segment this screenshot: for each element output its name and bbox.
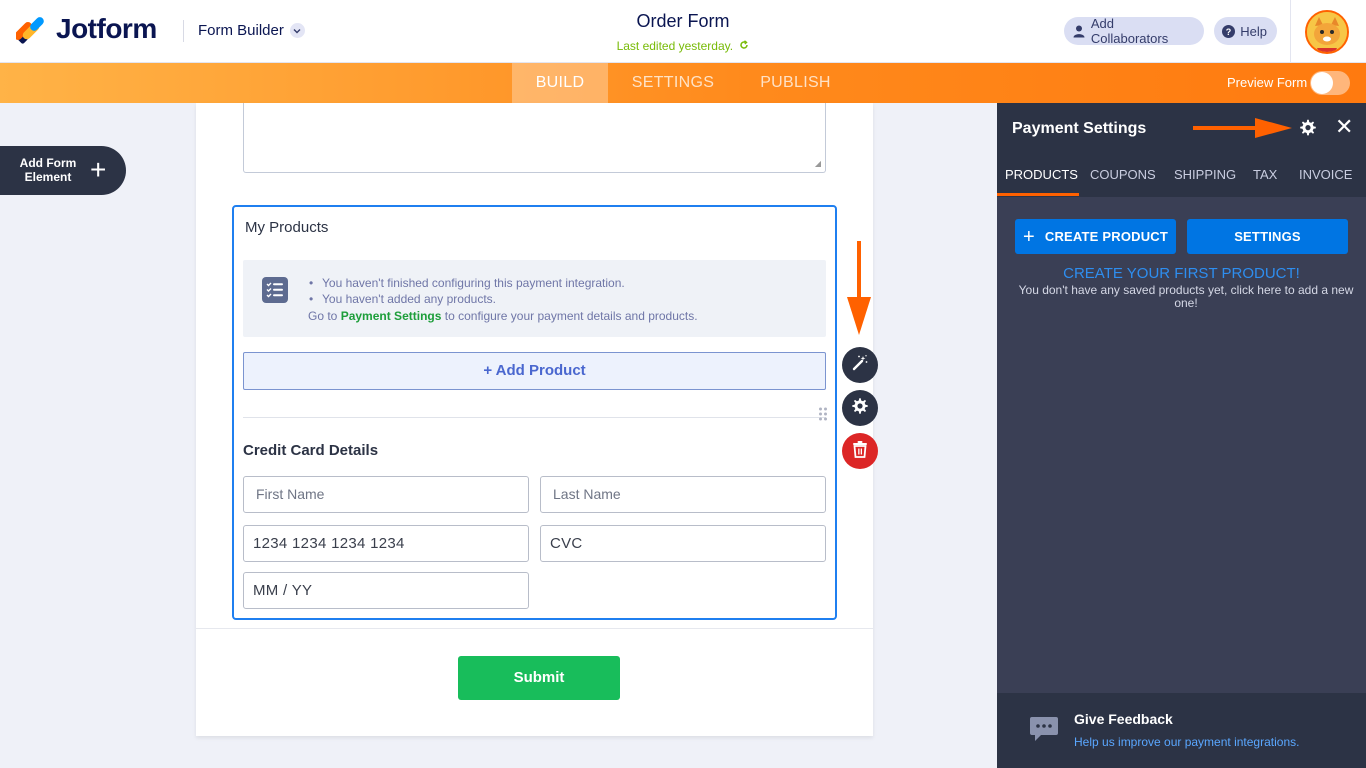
refresh-icon bbox=[739, 39, 749, 53]
panel-title: Payment Settings bbox=[1012, 120, 1147, 137]
drag-handle-icon[interactable] bbox=[818, 407, 828, 421]
tab-products[interactable]: PRODUCTS bbox=[1005, 152, 1078, 197]
hint-prefix: Go to bbox=[308, 309, 338, 323]
panel-header: Payment Settings ✕ bbox=[997, 103, 1366, 152]
payment-info-box: You haven't finished configuring this pa… bbox=[243, 260, 826, 337]
warning-item: You haven't added any products. bbox=[308, 291, 625, 307]
svg-text:?: ? bbox=[1226, 27, 1232, 37]
settings-label: SETTINGS bbox=[1234, 229, 1301, 244]
expiry-field[interactable]: MM / YY bbox=[243, 572, 529, 609]
tab-invoice[interactable]: INVOICE bbox=[1299, 152, 1352, 197]
avatar-container bbox=[1290, 0, 1366, 63]
first-name-field[interactable]: First Name bbox=[243, 476, 529, 513]
tab-tax[interactable]: TAX bbox=[1253, 152, 1277, 197]
checklist-icon bbox=[262, 277, 288, 303]
header-divider bbox=[183, 20, 184, 42]
create-product-label: CREATE PRODUCT bbox=[1044, 229, 1169, 244]
preview-form-label: Preview Form bbox=[1227, 75, 1308, 90]
plus-icon: + bbox=[90, 154, 107, 185]
credit-card-title: Credit Card Details bbox=[243, 442, 379, 459]
payment-settings-panel: Payment Settings ✕ PRODUCTS COUPONS SHIP… bbox=[997, 103, 1366, 768]
brand-logo[interactable]: Jotform bbox=[14, 13, 157, 45]
chat-bubble-icon bbox=[1029, 715, 1059, 741]
delete-field-button[interactable] bbox=[842, 433, 878, 469]
warning-item: You haven't finished configuring this pa… bbox=[308, 275, 625, 291]
plus-icon: + bbox=[1022, 225, 1035, 248]
jotform-logo-icon bbox=[14, 13, 46, 45]
tab-settings[interactable]: SETTINGS bbox=[622, 63, 724, 103]
last-name-field[interactable]: Last Name bbox=[540, 476, 826, 513]
gear-icon[interactable] bbox=[1299, 119, 1317, 137]
cvc-field[interactable]: CVC bbox=[540, 525, 826, 562]
form-builder-dropdown[interactable]: Form Builder bbox=[198, 22, 305, 39]
add-product-button[interactable]: + Add Product bbox=[243, 352, 826, 390]
form-canvas: ◢ My Products You haven't finished confi… bbox=[196, 103, 873, 736]
tab-publish[interactable]: PUBLISH bbox=[748, 63, 843, 103]
resize-grip-icon[interactable]: ◢ bbox=[815, 159, 821, 168]
feedback-title: Give Feedback bbox=[1074, 711, 1173, 727]
arrow-icon bbox=[1193, 118, 1293, 143]
close-icon[interactable]: ✕ bbox=[1335, 116, 1353, 138]
help-button[interactable]: ? Help bbox=[1214, 17, 1277, 45]
add-form-element-label: Add Form Element bbox=[19, 156, 77, 184]
arrow-icon bbox=[846, 241, 872, 342]
no-products-message[interactable]: You don't have any saved products yet, c… bbox=[1015, 284, 1357, 310]
magic-wand-button[interactable] bbox=[842, 347, 878, 383]
add-form-element-button[interactable]: Add Form Element + bbox=[0, 146, 126, 195]
payment-settings-hint: Go to Payment Settings to configure your… bbox=[308, 309, 698, 323]
active-tab-indicator bbox=[997, 193, 1079, 196]
section-divider bbox=[243, 417, 826, 418]
form-builder-label: Form Builder bbox=[198, 22, 284, 39]
payment-settings-link[interactable]: Payment Settings bbox=[341, 309, 442, 323]
preview-form-toggle[interactable] bbox=[1310, 71, 1350, 95]
canvas-divider bbox=[196, 628, 873, 629]
brand-name: Jotform bbox=[56, 13, 157, 44]
help-icon: ? bbox=[1222, 24, 1236, 38]
user-icon bbox=[1072, 24, 1086, 38]
chevron-down-icon bbox=[289, 23, 305, 38]
top-bar: Jotform Form Builder Order Form Last edi… bbox=[0, 0, 1366, 63]
feedback-section: Give Feedback Help us improve our paymen… bbox=[997, 693, 1366, 768]
create-product-button[interactable]: + CREATE PRODUCT bbox=[1015, 219, 1176, 254]
magic-wand-icon bbox=[851, 354, 869, 377]
avatar[interactable] bbox=[1305, 10, 1349, 54]
card-number-field[interactable]: 1234 1234 1234 1234 bbox=[243, 525, 529, 562]
tab-coupons[interactable]: COUPONS bbox=[1090, 152, 1156, 197]
help-label: Help bbox=[1240, 23, 1267, 39]
trash-icon bbox=[852, 440, 868, 463]
add-collaborators-button[interactable]: Add Collaborators bbox=[1064, 16, 1204, 46]
create-first-product-link[interactable]: CREATE YOUR FIRST PRODUCT! bbox=[997, 265, 1366, 282]
tab-build[interactable]: BUILD bbox=[512, 63, 608, 103]
payment-settings-button[interactable]: SETTINGS bbox=[1187, 219, 1348, 254]
field-settings-button[interactable] bbox=[842, 390, 878, 426]
hint-suffix: to configure your payment details and pr… bbox=[444, 309, 698, 323]
my-products-field[interactable]: My Products You haven't finished configu… bbox=[232, 205, 837, 620]
submit-button[interactable]: Submit bbox=[458, 656, 620, 700]
add-collaborators-label: Add Collaborators bbox=[1090, 16, 1169, 46]
builder-nav: BUILD SETTINGS PUBLISH Preview Form bbox=[0, 63, 1366, 103]
feedback-link[interactable]: Help us improve our payment integrations… bbox=[1074, 735, 1299, 749]
gear-icon bbox=[851, 397, 869, 420]
payment-tabs: PRODUCTS COUPONS SHIPPING TAX INVOICE bbox=[997, 152, 1366, 197]
tab-shipping[interactable]: SHIPPING bbox=[1174, 152, 1236, 197]
long-text-field[interactable]: ◢ bbox=[243, 103, 826, 173]
toggle-knob bbox=[1311, 72, 1333, 94]
payment-warnings: You haven't finished configuring this pa… bbox=[308, 275, 625, 307]
last-edited-text: Last edited yesterday. bbox=[616, 39, 734, 53]
products-title: My Products bbox=[245, 219, 329, 236]
